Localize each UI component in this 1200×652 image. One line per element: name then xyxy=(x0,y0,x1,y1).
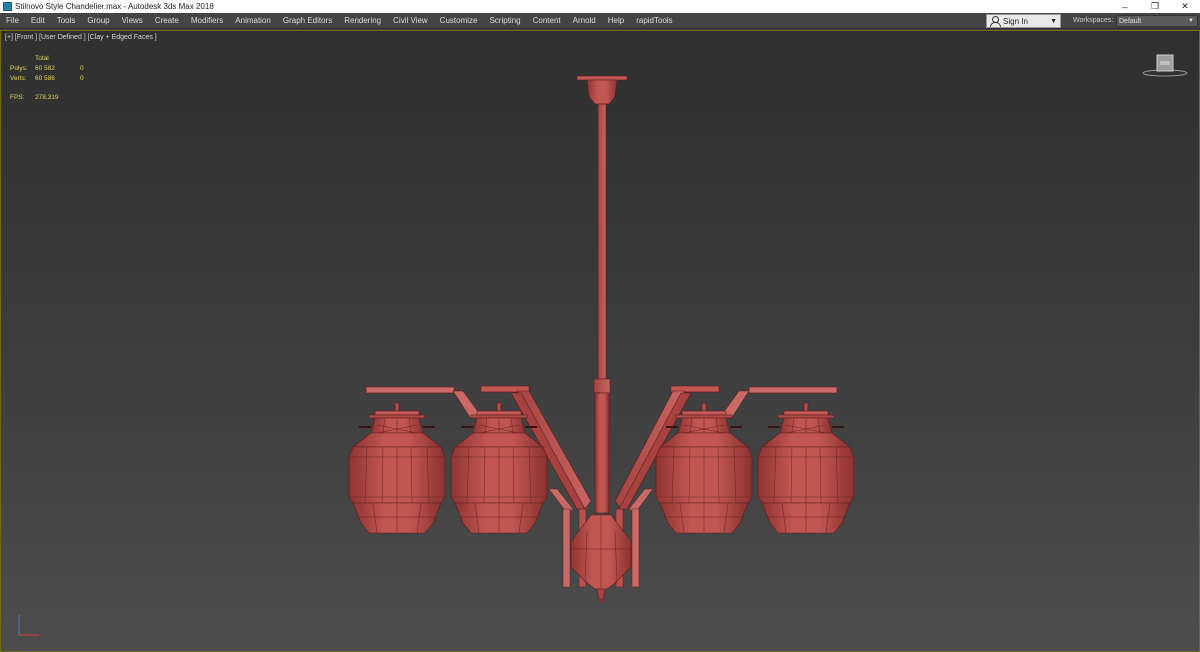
menu-item-customize[interactable]: Customize xyxy=(434,13,484,29)
menu-item-views[interactable]: Views xyxy=(116,13,149,29)
minimize-button[interactable]: – xyxy=(1110,0,1140,13)
menu-item-content[interactable]: Content xyxy=(527,13,567,29)
menu-item-modifiers[interactable]: Modifiers xyxy=(185,13,229,29)
menu-item-rendering[interactable]: Rendering xyxy=(338,13,387,29)
chevron-down-icon: ▼ xyxy=(1188,18,1194,24)
menu-item-group[interactable]: Group xyxy=(81,13,115,29)
chandelier-model[interactable] xyxy=(1,31,1200,652)
workspaces-label: Workspaces: xyxy=(1073,17,1114,24)
chevron-down-icon: ▼ xyxy=(1050,17,1057,25)
front-viewport[interactable]: [+] [Front ] [User Defined ] [Clay + Edg… xyxy=(0,30,1200,652)
menu-item-rapidtools[interactable]: rapidTools xyxy=(630,13,678,29)
window-controls: – ❐ ✕ xyxy=(1110,0,1200,13)
menu-item-scripting[interactable]: Scripting xyxy=(483,13,526,29)
menu-item-civil-view[interactable]: Civil View xyxy=(387,13,434,29)
menu-item-help[interactable]: Help xyxy=(602,13,630,29)
workspaces-value: Default xyxy=(1119,17,1142,25)
workspaces-select[interactable]: Default ▼ xyxy=(1116,15,1198,27)
axis-tripod-icon xyxy=(18,615,39,636)
menu-item-edit[interactable]: Edit xyxy=(25,13,51,29)
menu-item-arnold[interactable]: Arnold xyxy=(567,13,602,29)
menu-item-tools[interactable]: Tools xyxy=(51,13,82,29)
app-icon[interactable] xyxy=(3,2,12,11)
restore-button[interactable]: ❐ xyxy=(1140,0,1170,13)
menu-item-animation[interactable]: Animation xyxy=(229,13,277,29)
sign-in-dropdown[interactable]: Sign In ▼ xyxy=(986,14,1061,28)
menu-item-graph-editors[interactable]: Graph Editors xyxy=(277,13,338,29)
menu-items: File Edit Tools Group Views Create Modifiers An… xyxy=(0,13,679,29)
menu-bar: File Edit Tools Group Views Create Modifiers An… xyxy=(0,13,1200,29)
sign-in-label: Sign In xyxy=(1003,16,1028,26)
menu-item-create[interactable]: Create xyxy=(149,13,185,29)
window-title: Stilnovo Style Chandelier.max - Autodesk… xyxy=(15,2,214,11)
title-bar: Stilnovo Style Chandelier.max - Autodesk… xyxy=(0,0,1200,13)
menu-item-file[interactable]: File xyxy=(0,13,25,29)
user-icon xyxy=(990,16,1001,27)
close-button[interactable]: ✕ xyxy=(1170,0,1200,13)
